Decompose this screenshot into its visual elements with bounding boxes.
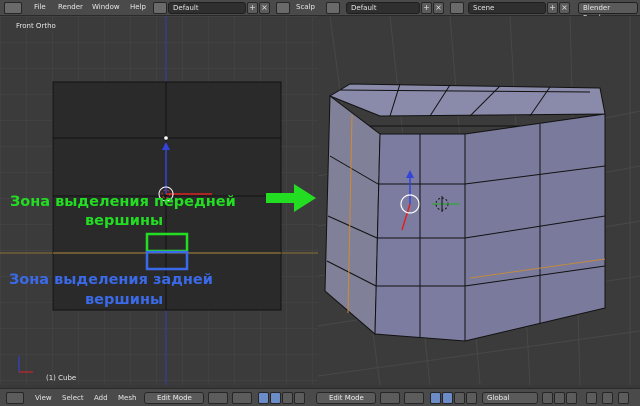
proportional-edit-icon[interactable] [586,392,597,404]
rotate-icon[interactable] [282,392,293,404]
3d-view-header: View Select Add Mesh Edit Mode Edit Mode… [0,388,640,406]
mode-dropdown-2[interactable]: Edit Mode [316,392,376,404]
manipulator-toggle-icon-2[interactable] [430,392,441,404]
edge-select-icon[interactable] [554,392,565,404]
snap-target-icon[interactable] [618,392,629,404]
orientation-dropdown[interactable]: Global [482,392,538,404]
vertex-select-icon[interactable] [542,392,553,404]
scale-icon-2[interactable] [466,392,477,404]
editor-type-icon[interactable] [6,392,24,404]
remove-layout-button[interactable]: × [259,2,270,14]
menu-select[interactable]: Select [62,392,84,404]
screen-icon[interactable] [326,2,340,14]
scene-icon[interactable] [276,2,290,14]
snap-icon[interactable] [602,392,613,404]
front-vertex-annotation-line1: Зона выделения передней [10,194,236,210]
info-header: File Render Window Help Default + × Scal… [0,0,640,22]
screen-layout-dropdown-2[interactable]: Default [346,2,420,14]
front-vertex-annotation-line2: вершины [85,213,164,229]
scale-icon[interactable] [294,392,305,404]
back-vertex-annotation-line1: Зона выделения задней [9,272,213,288]
screen-layout-icon[interactable] [153,2,167,14]
menu-view[interactable]: View [35,392,52,404]
menu-render[interactable]: Render [58,1,83,14]
manipulator-toggle-icon[interactable] [258,392,269,404]
remove-screen-button[interactable]: × [433,2,444,14]
menu-file[interactable]: File [34,1,46,14]
shading-icon[interactable] [208,392,228,404]
mode-dropdown[interactable]: Edit Mode [144,392,204,404]
add-scene-button[interactable]: + [547,2,558,14]
menu-window[interactable]: Window [92,1,120,14]
back-vertex-annotation-line2: вершины [85,292,164,308]
3d-viewport[interactable]: Front Ortho (1) Cube Зона выделения пере… [0,16,640,385]
pivot-icon-2[interactable] [404,392,424,404]
translate-icon-2[interactable] [442,392,453,404]
translate-icon[interactable] [270,392,281,404]
menu-add[interactable]: Add [94,392,108,404]
scene-selector-icon[interactable] [450,2,464,14]
shading-icon-2[interactable] [380,392,400,404]
object-name-label: (1) Cube [46,374,77,382]
face-select-icon[interactable] [566,392,577,404]
remove-scene-button[interactable]: × [559,2,570,14]
add-screen-button[interactable]: + [421,2,432,14]
view-name-label: Front Ortho [16,22,56,30]
screen-layout-dropdown[interactable]: Default [168,2,246,14]
rotate-icon-2[interactable] [454,392,465,404]
render-engine-dropdown[interactable]: Blender Render [578,2,638,22]
cube-perspective[interactable] [324,83,606,342]
editor-type-icon[interactable] [4,2,22,14]
scene-dropdown[interactable]: Scene [468,2,546,14]
pivot-icon[interactable] [232,392,252,404]
menu-mesh[interactable]: Mesh [118,392,136,404]
add-layout-button[interactable]: + [247,2,258,14]
scene-label: Scalp [296,3,315,11]
menu-help[interactable]: Help [130,1,146,14]
